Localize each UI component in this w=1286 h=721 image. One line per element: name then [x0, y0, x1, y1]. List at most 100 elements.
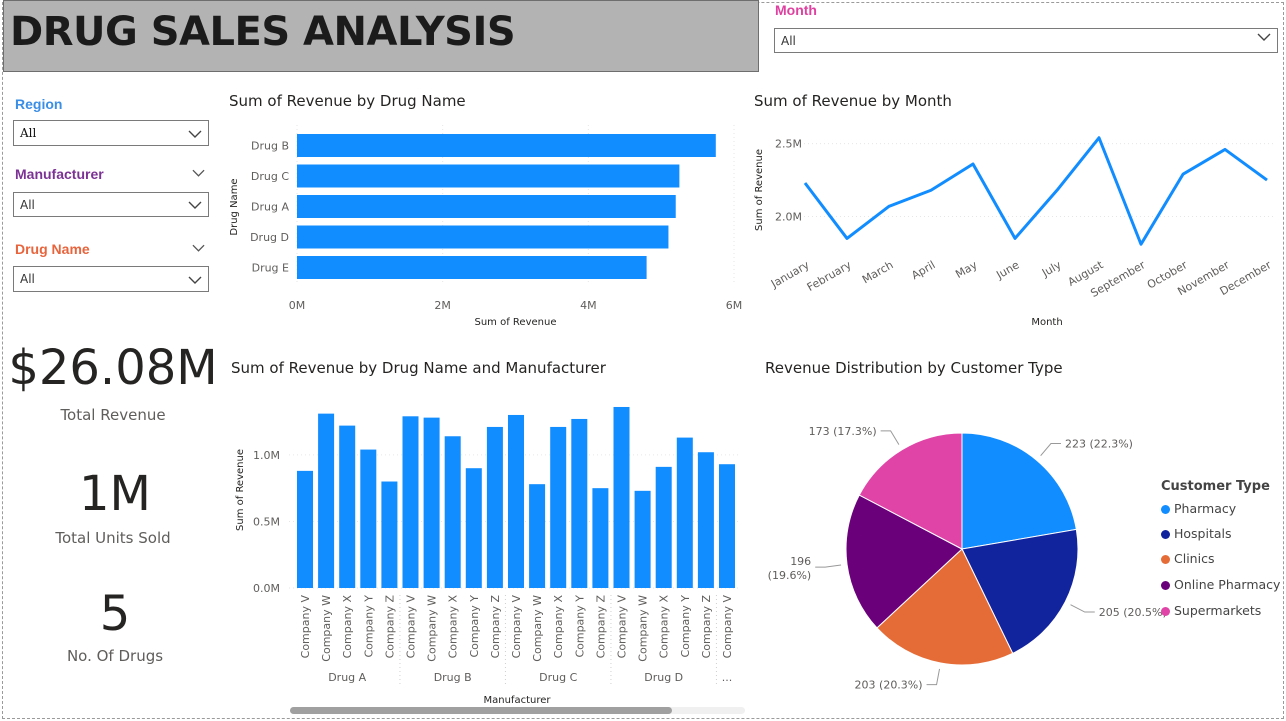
x-tick-label: May [953, 258, 980, 281]
manufacturer-tick-label: Company V [616, 595, 629, 659]
manufacturer-tick-label: Company X [447, 595, 460, 659]
region-slicer-label: Region [15, 96, 63, 112]
legend-item-supermarkets[interactable]: Supermarkets [1161, 603, 1261, 618]
x-tick-label: March [860, 258, 896, 286]
manufacturer-tick-label: Company W [531, 595, 544, 662]
total-units-label: Total Units Sold [55, 529, 171, 547]
manufacturer-tick-label: Company X [658, 595, 671, 659]
manufacturer-tick-label: Company X [341, 595, 354, 659]
x-tick-label: 2M [434, 299, 451, 312]
bar-drug-b [297, 134, 716, 157]
manufacturer-dropdown-value: All [20, 197, 35, 212]
slice-data-label: (19.6%) [768, 569, 812, 582]
y-axis-title: Drug Name [229, 178, 240, 235]
chevron-down-icon[interactable] [192, 169, 205, 177]
legend-label: Supermarkets [1174, 603, 1262, 618]
legend-dot [1161, 555, 1170, 564]
y-category-label: Drug B [251, 140, 289, 153]
manufacturer-tick-label: Company Z [700, 595, 713, 659]
column-bar [571, 418, 588, 588]
bar-chart-title: Sum of Revenue by Drug Name [229, 92, 466, 110]
legend-item-pharmacy[interactable]: Pharmacy [1161, 501, 1236, 516]
chevron-down-icon[interactable] [192, 244, 205, 252]
leader-line [815, 564, 842, 568]
slice-data-label: 203 (20.3%) [855, 679, 923, 692]
x-axis-title: Sum of Revenue [475, 317, 557, 328]
revenue-by-customer-type-pie-chart[interactable]: 223 (22.3%) 205 (20.5%) 203 (20.3%) 196(19.… [768, 390, 1167, 700]
column-bar [465, 468, 482, 588]
x-tick-label: 4M [580, 299, 597, 312]
region-dropdown[interactable]: All [13, 120, 209, 146]
y-axis-title: Sum of Revenue [754, 149, 765, 231]
y-category-label: Drug A [251, 201, 289, 214]
drug-count-value: 5 [99, 586, 131, 642]
manufacturer-tick-label: Company V [299, 595, 312, 659]
bar-drug-c [297, 164, 680, 188]
manufacturer-tick-label: Company X [552, 595, 565, 659]
legend-item-online-pharmacy[interactable]: Online Pharmacy [1161, 577, 1280, 592]
pie-chart-title: Revenue Distribution by Customer Type [765, 359, 1063, 377]
month-dropdown[interactable]: All [774, 28, 1278, 53]
manufacturer-tick-label: Company W [426, 595, 439, 662]
slice-data-label: 173 (17.3%) [809, 425, 877, 438]
y-tick-label: 2.5M [775, 138, 802, 151]
manufacturer-slicer-label: Manufacturer [15, 166, 104, 182]
drug-name-slicer-label: Drug Name [15, 241, 90, 257]
legend-label: Pharmacy [1174, 501, 1237, 516]
drug-name-dropdown[interactable]: All [13, 266, 209, 292]
column-chart-scrollbar-thumb[interactable] [290, 707, 672, 714]
drug-group-label: Drug C [539, 671, 577, 684]
legend-label: Online Pharmacy [1174, 577, 1281, 592]
chevron-down-icon [188, 130, 202, 138]
legend-dot [1161, 530, 1170, 539]
y-category-label: Drug C [251, 170, 289, 183]
y-category-label: Drug E [252, 262, 289, 275]
x-axis-title: Manufacturer [484, 695, 552, 706]
revenue-by-drug-bar-chart[interactable]: 0M 2M 4M 6M Drug B Drug C Drug A Drug D Drug E Su… [220, 115, 750, 335]
revenue-by-month-line-chart[interactable]: 2.0M 2.5M JanuaryFebruary March April May June… [750, 115, 1280, 335]
legend-item-clinics[interactable]: Clinics [1161, 551, 1214, 566]
total-units-value: 1M [79, 466, 151, 522]
column-bar [381, 481, 398, 588]
x-tick-label: February [805, 258, 854, 294]
column-bar [444, 436, 461, 588]
month-slicer-label: Month [775, 2, 817, 18]
column-bar [486, 426, 503, 588]
column-bar [529, 484, 546, 588]
slice-data-label: 223 (22.3%) [1065, 438, 1133, 451]
leader-line [926, 668, 941, 686]
column-bar [592, 488, 609, 588]
column-bar [508, 414, 524, 588]
column-bar [360, 449, 377, 588]
x-tick-label: January [768, 258, 812, 291]
column-bar [634, 490, 651, 588]
region-dropdown-value: All [20, 126, 37, 140]
drug-group-label: Drug B [434, 671, 472, 684]
x-tick-label: 6M [726, 299, 743, 312]
y-tick-label: 1.0M [253, 449, 280, 462]
manufacturer-tick-label: Company Z [489, 595, 502, 659]
column-bar [423, 417, 440, 588]
legend-item-hospitals[interactable]: Hospitals [1161, 526, 1232, 541]
total-revenue-value: $26.08M [8, 340, 218, 396]
revenue-line [803, 136, 1268, 246]
chevron-down-icon [188, 201, 202, 209]
column-chart-title: Sum of Revenue by Drug Name and Manufact… [231, 359, 606, 377]
manufacturer-dropdown[interactable]: All [13, 192, 209, 217]
slice-data-label: 196 [790, 555, 811, 568]
x-tick-label: June [993, 258, 1021, 282]
total-revenue-label: Total Revenue [60, 406, 166, 424]
column-bar [613, 406, 630, 588]
drug-group-label: ... [722, 671, 733, 684]
revenue-by-drug-manufacturer-column-chart[interactable]: 0.0M 0.5M 1.0M Company V Company W Company X C… [225, 385, 750, 706]
x-tick-label: 0M [289, 299, 306, 312]
y-category-label: Drug D [250, 231, 289, 244]
legend-label: Hospitals [1174, 526, 1232, 541]
x-tick-label: April [909, 258, 937, 282]
chevron-down-icon [1257, 33, 1271, 41]
legend-dot [1161, 581, 1170, 590]
title-banner: DRUG SALES ANALYSIS [3, 0, 759, 72]
leader-line [880, 430, 900, 445]
legend-label: Clinics [1174, 551, 1215, 566]
column-bar [697, 452, 714, 588]
